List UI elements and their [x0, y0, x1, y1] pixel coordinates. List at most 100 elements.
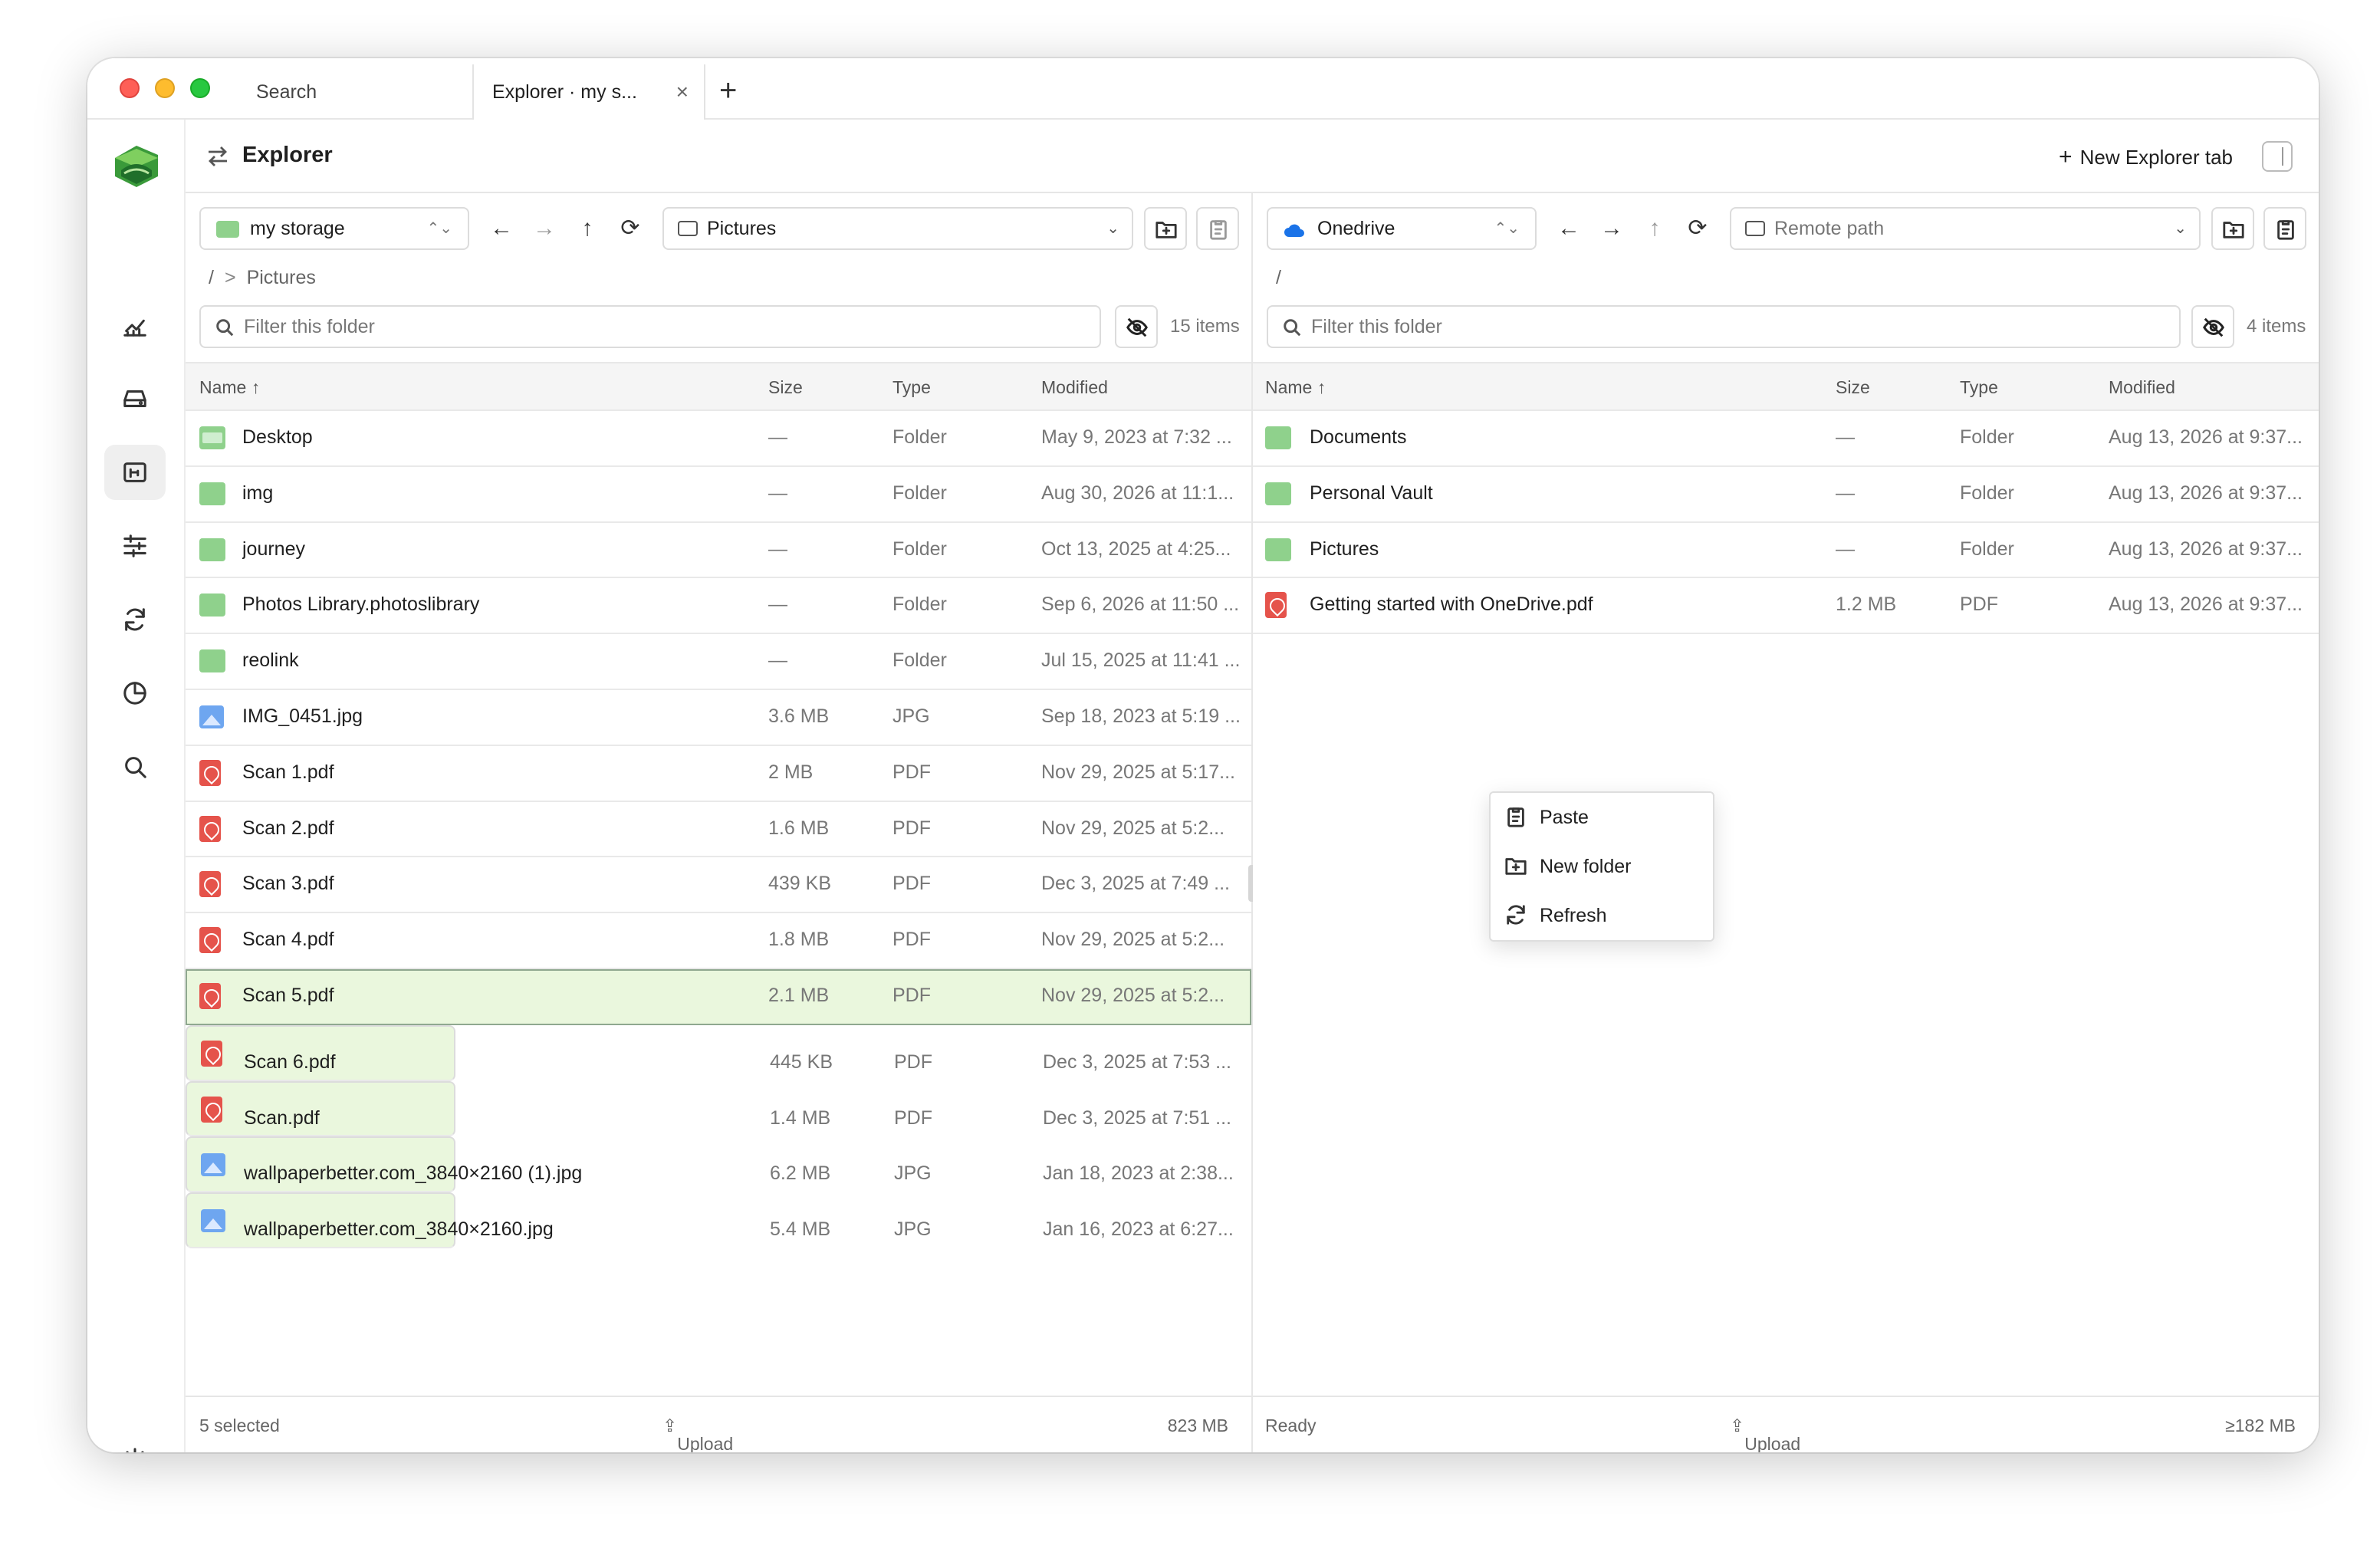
left-path-input[interactable]: Pictures ⌄	[662, 207, 1133, 250]
tab-close-icon[interactable]: ×	[676, 64, 689, 120]
table-row[interactable]: img — Folder Aug 30, 2026 at 11:1...	[186, 467, 1251, 523]
pdf-file-icon	[199, 927, 221, 954]
table-row[interactable]: IMG_0451.jpg 3.6 MB JPG Sep 18, 2023 at 5:1…	[186, 690, 1251, 746]
storage-folder-icon	[216, 221, 239, 238]
column-size[interactable]: Size	[768, 377, 803, 398]
cell-name: Personal Vault	[1310, 482, 1433, 504]
new-explorer-tab-button[interactable]: + New Explorer tab	[2059, 144, 2233, 170]
back-button[interactable]: ←	[486, 213, 517, 244]
left-filter-input[interactable]: Filter this folder	[199, 305, 1101, 348]
table-row[interactable]: wallpaperbetter.com_3840×2160 (1).jpg 6.2…	[186, 1136, 1234, 1193]
table-row[interactable]: wallpaperbetter.com_3840×2160.jpg 5.4 MB J…	[186, 1192, 1234, 1248]
title-bar: Search Explorer · my s... × +	[87, 58, 2319, 120]
context-paste-item[interactable]: Paste	[1491, 793, 1713, 842]
cell-size: —	[768, 426, 787, 448]
table-row[interactable]: Personal Vault — Folder Aug 13, 2026 at 9:3…	[1253, 467, 2319, 523]
new-folder-button[interactable]	[2211, 207, 2254, 250]
table-row[interactable]: Pictures — Folder Aug 13, 2026 at 9:37...	[1253, 523, 2319, 579]
cell-modified: Jan 16, 2023 at 6:27...	[1043, 1218, 1234, 1241]
swap-icon[interactable]	[205, 144, 230, 169]
sidebar	[87, 120, 186, 1452]
settings-button[interactable]	[104, 1432, 166, 1452]
right-path-input[interactable]: Remote path ⌄	[1730, 207, 2201, 250]
table-row[interactable]: Scan 4.pdf 1.8 MB PDF Nov 29, 2025 at 5:2..…	[186, 913, 1251, 969]
tab-search[interactable]: Search	[238, 64, 471, 120]
dashboard-button[interactable]	[104, 298, 166, 353]
paste-button[interactable]	[1196, 207, 1239, 250]
right-storage-select[interactable]: Onedrive ⌃⌄	[1267, 207, 1537, 250]
left-storage-select[interactable]: my storage ⌃⌄	[199, 207, 469, 250]
cell-name: Scan 5.pdf	[242, 985, 334, 1006]
pdf-file-icon	[199, 815, 221, 842]
table-row[interactable]: Scan 5.pdf 2.1 MB PDF Nov 29, 2025 at 5:2..…	[186, 969, 1251, 1025]
toggle-panel-icon[interactable]	[2262, 141, 2293, 172]
left-filter-placeholder: Filter this folder	[244, 316, 375, 337]
tab-search-label: Search	[256, 81, 317, 103]
cell-type: Folder	[893, 426, 947, 448]
column-modified[interactable]: Modified	[2109, 377, 2175, 398]
breadcrumb-current[interactable]: Pictures	[247, 267, 316, 288]
breadcrumb: /	[1276, 267, 1281, 289]
table-row[interactable]: Documents — Folder Aug 13, 2026 at 9:37...	[1253, 411, 2319, 467]
right-filter-input[interactable]: Filter this folder	[1267, 305, 2181, 348]
column-modified[interactable]: Modified	[1041, 377, 1108, 398]
table-row[interactable]: Scan 3.pdf 439 KB PDF Dec 3, 2025 at 7:49 .…	[186, 857, 1251, 914]
breadcrumb-root[interactable]: /	[1276, 267, 1281, 288]
table-row[interactable]: Scan 2.pdf 1.6 MB PDF Nov 29, 2025 at 5:2..…	[186, 802, 1251, 858]
zoom-window-button[interactable]	[190, 78, 210, 98]
context-refresh-item[interactable]: Refresh	[1491, 891, 1713, 940]
search-button[interactable]	[104, 739, 166, 794]
toggle-hidden-button[interactable]	[2191, 305, 2234, 348]
paste-button[interactable]	[2263, 207, 2306, 250]
clipboard-icon	[1210, 220, 1227, 240]
right-upload-button[interactable]: ⇪ Upload file	[1730, 1416, 1800, 1452]
cell-modified: Aug 13, 2026 at 9:37...	[2109, 538, 2303, 560]
chevron-down-icon: ⌄	[1106, 220, 1119, 237]
up-button[interactable]: ↑	[1639, 213, 1670, 244]
up-button[interactable]: ↑	[572, 213, 603, 244]
cell-name: Getting started with OneDrive.pdf	[1310, 594, 1593, 616]
table-row[interactable]: reolink — Folder Jul 15, 2025 at 11:41 ...	[186, 634, 1251, 690]
explorer-button[interactable]	[104, 445, 166, 500]
cell-modified: Sep 6, 2026 at 11:50 ...	[1041, 594, 1240, 616]
cell-type: JPG	[894, 1162, 932, 1185]
cell-type: Folder	[1960, 482, 2014, 504]
back-button[interactable]: ←	[1553, 213, 1584, 244]
table-row[interactable]: journey — Folder Oct 13, 2025 at 4:25...	[186, 523, 1251, 579]
column-name[interactable]: Name ↑	[1265, 377, 1326, 398]
column-name[interactable]: Name ↑	[199, 377, 260, 398]
toggle-hidden-button[interactable]	[1115, 305, 1158, 348]
refresh-button[interactable]: ⟳	[1682, 213, 1713, 244]
settings-sliders-button[interactable]	[104, 518, 166, 574]
column-type[interactable]: Type	[1960, 377, 1998, 398]
table-row[interactable]: Scan 1.pdf 2 MB PDF Nov 29, 2025 at 5:17...	[186, 746, 1251, 802]
usage-button[interactable]	[104, 666, 166, 721]
left-upload-button[interactable]: ⇪ Upload file	[662, 1416, 733, 1452]
table-row[interactable]: Scan 6.pdf 445 KB PDF Dec 3, 2025 at 7:53 .…	[186, 1024, 1231, 1081]
close-window-button[interactable]	[120, 78, 140, 98]
new-folder-button[interactable]	[1144, 207, 1187, 250]
refresh-button[interactable]: ⟳	[615, 213, 646, 244]
drive-icon	[123, 390, 146, 407]
right-item-count: 4 items	[2247, 316, 2306, 337]
forward-button[interactable]: →	[1596, 213, 1627, 244]
context-new-folder-item[interactable]: New folder	[1491, 842, 1713, 891]
column-size[interactable]: Size	[1836, 377, 1870, 398]
sync-button[interactable]	[104, 592, 166, 647]
cell-modified: Nov 29, 2025 at 5:2...	[1041, 817, 1225, 839]
cell-size: 3.6 MB	[768, 705, 830, 727]
table-row[interactable]: Getting started with OneDrive.pdf 1.2 MB P…	[1253, 578, 2319, 635]
context-new-folder-label: New folder	[1540, 856, 1632, 877]
forward-button[interactable]: →	[529, 213, 560, 244]
cell-size: —	[1836, 426, 1855, 448]
tab-explorer[interactable]: Explorer · my s... ×	[472, 64, 705, 120]
left-total-size: 823 MB	[1167, 1416, 1228, 1435]
breadcrumb-root[interactable]: /	[209, 267, 214, 288]
minimize-window-button[interactable]	[155, 78, 175, 98]
column-type[interactable]: Type	[893, 377, 931, 398]
storage-button[interactable]	[104, 371, 166, 426]
table-row[interactable]: Photos Library.photoslibrary — Folder Sep 6…	[186, 578, 1251, 635]
table-row[interactable]: Scan.pdf 1.4 MB PDF Dec 3, 2025 at 7:51 ...	[186, 1080, 1231, 1137]
table-row[interactable]: Desktop — Folder May 9, 2023 at 7:32 ...	[186, 411, 1251, 467]
add-tab-button[interactable]: +	[719, 64, 737, 120]
